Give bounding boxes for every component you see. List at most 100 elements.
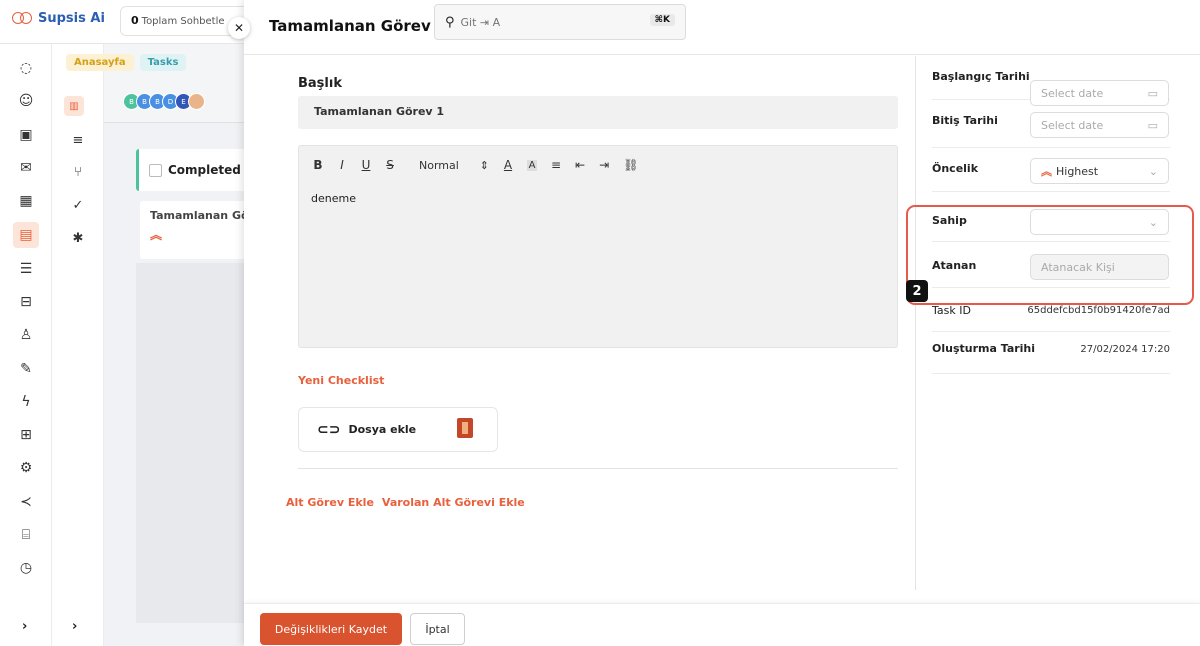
select-arrows-icon: ⇕ — [479, 158, 489, 172]
link-button[interactable]: ⛓ — [623, 158, 638, 172]
app-logo[interactable]: Supsis Ai — [12, 10, 105, 26]
add-subtask-link[interactable]: Alt Görev Ekle — [286, 496, 374, 509]
column-title: Completed — [168, 163, 241, 177]
bot-icon[interactable]: ☺ — [16, 91, 36, 111]
start-date-label: Başlangıç Tarihi — [932, 70, 1030, 83]
primary-sidebar: ◌ ☺ ▣ ✉ ▦ ▤ ☰ ⊟ ♙ ✎ ϟ ⊞ ⚙ ≺ ⌸ ◷ › — [0, 44, 52, 646]
new-checklist-link[interactable]: Yeni Checklist — [298, 374, 384, 387]
created-label: Oluşturma Tarihi — [932, 342, 1036, 355]
workflow-icon[interactable]: ⑂ — [68, 162, 88, 182]
priority-row: Öncelik ︽ Highest ⌄ — [932, 148, 1170, 192]
created-row: Oluşturma Tarihi 27/02/2024 17:20 — [932, 332, 1170, 374]
double-chevron-up-icon: ︽ — [150, 228, 163, 242]
cancel-button[interactable]: İptal — [410, 613, 465, 645]
column-checkbox[interactable] — [149, 163, 162, 177]
column-header[interactable]: Completed — [136, 149, 256, 191]
end-date-row: Bitiş Tarihi Select date ▭ — [932, 100, 1170, 148]
attach-label: Dosya ekle — [348, 423, 417, 436]
format-value: Normal — [419, 158, 459, 172]
chevron-down-icon: ⌄ — [1148, 164, 1158, 178]
search-input[interactable] — [460, 15, 631, 29]
clock-icon[interactable]: ◷ — [16, 558, 36, 578]
editor-content[interactable]: deneme — [299, 184, 897, 213]
tasks-icon[interactable]: ▤ — [13, 222, 39, 248]
mail-icon[interactable]: ✉ — [16, 158, 36, 178]
indent-button[interactable]: ⇥ — [599, 158, 609, 172]
priority-select[interactable]: ︽ Highest ⌄ — [1030, 158, 1169, 184]
member-avatars: B B B D E — [123, 93, 205, 110]
calendar-icon[interactable]: ▦ — [16, 191, 36, 211]
priority-value: Highest — [1056, 165, 1099, 178]
file-archive-icon — [457, 418, 473, 438]
apps-grid-icon[interactable]: ⊞ — [16, 425, 36, 445]
description-editor: B I U S Normal ⇕ A A ≡ ⇤ ⇥ ⛓ deneme — [298, 145, 898, 348]
font-color-button[interactable]: A — [503, 158, 513, 172]
settings-icon[interactable]: ⚙ — [16, 458, 36, 478]
calendar-icon: ▭ — [1147, 118, 1158, 132]
breadcrumb-home[interactable]: Anasayfa — [66, 54, 134, 71]
paperclip-icon: ⊂⊃ — [317, 421, 341, 438]
expand-chevron-icon[interactable]: › — [72, 619, 77, 634]
check-add-icon[interactable]: ✓ — [68, 195, 88, 215]
column-body — [136, 263, 256, 623]
app-name: Supsis Ai — [38, 10, 105, 26]
share-icon[interactable]: ≺ — [16, 492, 36, 512]
task-id-label: Task ID — [932, 304, 971, 317]
secondary-sidebar: ▥ ≡ ⑂ ✓ ✱ › — [52, 44, 104, 646]
breadcrumb: Anasayfa Tasks — [66, 54, 187, 71]
gear-icon[interactable]: ✱ — [68, 228, 88, 248]
end-date-label: Bitiş Tarihi — [932, 114, 998, 127]
shortcut-badge: ⌘K — [649, 14, 675, 26]
contact-card-icon[interactable]: ▣ — [16, 125, 36, 145]
pen-icon[interactable]: ✎ — [16, 359, 36, 379]
double-chevron-up-icon: ︽ — [1041, 165, 1052, 178]
task-card-title: Tamamlanan Görev 1 — [150, 209, 260, 222]
expand-chevron-icon[interactable]: › — [22, 619, 27, 634]
end-date-picker[interactable]: Select date ▭ — [1030, 112, 1169, 138]
created-value: 27/02/2024 17:20 — [1080, 344, 1170, 355]
drawer-footer: Değişiklikleri Kaydet İptal — [244, 603, 1200, 646]
strikethrough-button[interactable]: S — [385, 158, 395, 172]
add-existing-subtask-link[interactable]: Varolan Alt Görevi Ekle — [382, 496, 525, 509]
save-changes-button[interactable]: Değişiklikleri Kaydet — [260, 613, 402, 645]
format-select[interactable]: Normal ⇕ — [419, 159, 489, 172]
kanban-icon[interactable]: ▥ — [64, 96, 84, 116]
task-id-value: 65ddefcbd15f0b91420fe7ad — [1027, 305, 1170, 316]
attach-file-button[interactable]: ⊂⊃ Dosya ekle — [298, 407, 498, 452]
highlight-box — [906, 205, 1194, 305]
store-icon[interactable]: ⌸ — [16, 525, 36, 545]
subtask-actions: Alt Görev Ekle Varolan Alt Görevi Ekle — [286, 496, 525, 509]
inbox-icon[interactable]: ⊟ — [16, 292, 36, 312]
title-label: Başlık — [298, 76, 342, 91]
chat-bubbles-icon — [12, 10, 34, 26]
breadcrumb-tasks[interactable]: Tasks — [139, 54, 187, 71]
column-divider — [915, 56, 916, 590]
lightning-icon[interactable]: ϟ — [16, 392, 36, 412]
bold-button[interactable]: B — [313, 158, 323, 172]
task-drawer: Tamamlanan Görev 1 ⚲ ⌘K Başlık Tamamlana… — [244, 0, 1200, 646]
ticket-icon[interactable]: ☰ — [16, 259, 36, 279]
highlight-button[interactable]: A — [527, 159, 537, 171]
users-icon[interactable]: ♙ — [16, 325, 36, 345]
underline-button[interactable]: U — [361, 158, 371, 172]
italic-button[interactable]: I — [337, 158, 347, 172]
task-card[interactable]: Tamamlanan Görev 1 ︽ — [140, 201, 260, 259]
search-icon: ⚲ — [445, 14, 455, 30]
start-date-placeholder: Select date — [1041, 86, 1104, 100]
align-button[interactable]: ≡ — [551, 158, 561, 172]
list-icon[interactable]: ≡ — [68, 130, 88, 150]
drawer-header: Tamamlanan Görev 1 ⚲ ⌘K — [244, 0, 1200, 55]
chat-icon[interactable]: ◌ — [16, 58, 36, 78]
avatar-photo[interactable] — [188, 93, 205, 110]
kanban-board: Completed Tamamlanan Görev 1 ︽ — [104, 122, 260, 646]
command-search[interactable]: ⚲ ⌘K — [434, 4, 686, 40]
chats-count: 0 — [131, 14, 139, 27]
close-drawer-button[interactable]: ✕ — [228, 17, 250, 39]
title-field[interactable]: Tamamlanan Görev 1 — [298, 96, 898, 129]
editor-toolbar: B I U S Normal ⇕ A A ≡ ⇤ ⇥ ⛓ — [299, 146, 897, 184]
outdent-button[interactable]: ⇤ — [575, 158, 585, 172]
step-badge: 2 — [906, 280, 928, 302]
priority-label: Öncelik — [932, 162, 979, 175]
divider — [298, 468, 898, 469]
start-date-row: Başlangıç Tarihi Select date ▭ — [932, 56, 1170, 106]
